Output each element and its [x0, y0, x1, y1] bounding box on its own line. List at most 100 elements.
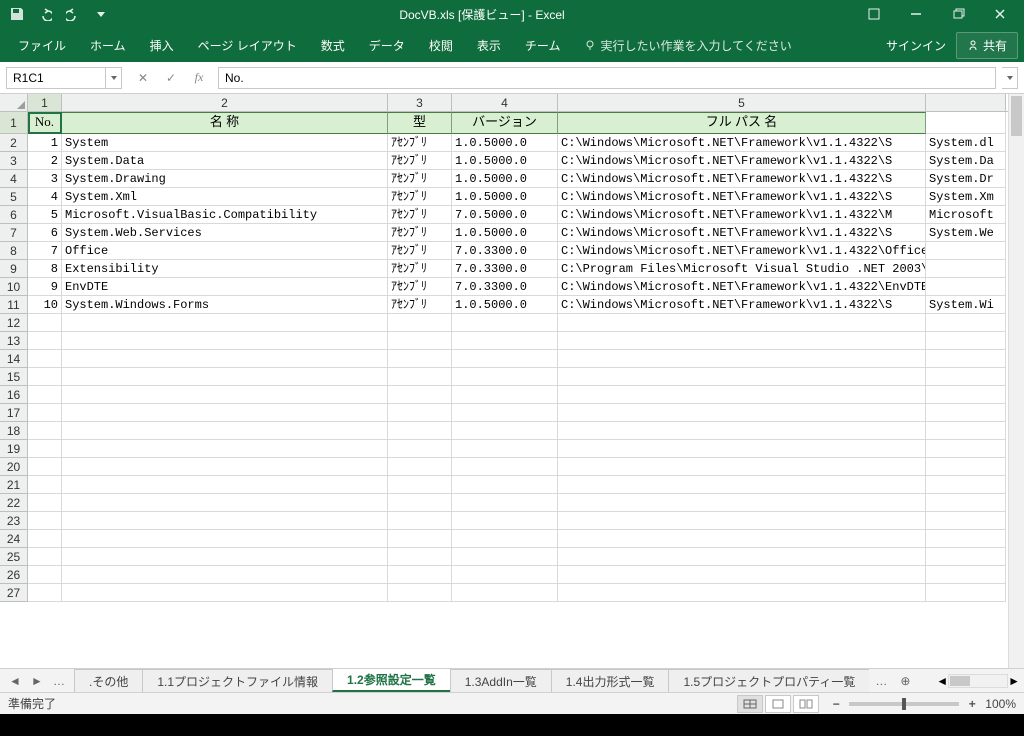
row-header[interactable]: 22: [0, 494, 28, 512]
cell[interactable]: [558, 494, 926, 512]
view-pagebreak-icon[interactable]: [793, 695, 819, 713]
ribbon-tab-pagelayout[interactable]: ページ レイアウト: [186, 29, 309, 61]
cell[interactable]: [926, 440, 1006, 458]
cell[interactable]: [28, 530, 62, 548]
row-header[interactable]: 3: [0, 152, 28, 170]
save-icon[interactable]: [8, 5, 26, 23]
row-header[interactable]: 8: [0, 242, 28, 260]
view-normal-icon[interactable]: [737, 695, 763, 713]
ribbon-tab-home[interactable]: ホーム: [78, 29, 138, 61]
table-header[interactable]: 名 称: [62, 112, 388, 134]
cell[interactable]: 1: [28, 134, 62, 152]
cell[interactable]: 5: [28, 206, 62, 224]
row-header[interactable]: 13: [0, 332, 28, 350]
cell[interactable]: [452, 440, 558, 458]
cell[interactable]: 6: [28, 224, 62, 242]
cell[interactable]: 10: [28, 296, 62, 314]
zoom-out-button[interactable]: −: [829, 697, 843, 711]
cell[interactable]: [558, 314, 926, 332]
sheet-tab[interactable]: 1.5プロジェクトプロパティ一覧: [668, 669, 869, 692]
row-header[interactable]: 23: [0, 512, 28, 530]
zoom-in-button[interactable]: +: [965, 697, 979, 711]
qat-customize-icon[interactable]: [92, 5, 110, 23]
cell[interactable]: [28, 368, 62, 386]
cell[interactable]: [452, 548, 558, 566]
cell[interactable]: ｱｾﾝﾌﾞﾘ: [388, 134, 452, 152]
cell[interactable]: [558, 368, 926, 386]
cell[interactable]: [28, 314, 62, 332]
cell[interactable]: [926, 112, 1006, 134]
cell[interactable]: [452, 368, 558, 386]
cell[interactable]: [388, 584, 452, 602]
row-header[interactable]: 10: [0, 278, 28, 296]
cell[interactable]: [926, 530, 1006, 548]
row-header[interactable]: 25: [0, 548, 28, 566]
cell[interactable]: [558, 332, 926, 350]
cell[interactable]: [388, 458, 452, 476]
cell[interactable]: [558, 548, 926, 566]
cell[interactable]: ｱｾﾝﾌﾞﾘ: [388, 278, 452, 296]
cell[interactable]: [926, 260, 1006, 278]
cell[interactable]: [388, 476, 452, 494]
worksheet-grid[interactable]: 1 2 3 4 5 1 No. 名 称 型 バージョン フル パス 名 21Sy…: [0, 94, 1024, 668]
cell[interactable]: System.Data: [62, 152, 388, 170]
cell[interactable]: [28, 512, 62, 530]
cell[interactable]: [388, 566, 452, 584]
horizontal-scrollbar[interactable]: [948, 674, 1008, 688]
select-all-corner[interactable]: [0, 94, 28, 111]
cell[interactable]: C:\Windows\Microsoft.NET\Framework\v1.1.…: [558, 278, 926, 296]
cell[interactable]: ｱｾﾝﾌﾞﾘ: [388, 242, 452, 260]
cell[interactable]: System: [62, 134, 388, 152]
cell[interactable]: 7: [28, 242, 62, 260]
cell[interactable]: [62, 440, 388, 458]
redo-icon[interactable]: [64, 5, 82, 23]
cell[interactable]: [388, 314, 452, 332]
row-header[interactable]: 21: [0, 476, 28, 494]
cell[interactable]: [28, 566, 62, 584]
formula-expand-icon[interactable]: [1002, 67, 1018, 89]
cell[interactable]: Office: [62, 242, 388, 260]
cell[interactable]: [926, 332, 1006, 350]
cell[interactable]: [452, 584, 558, 602]
cell[interactable]: C:\Windows\Microsoft.NET\Framework\v1.1.…: [558, 152, 926, 170]
cell[interactable]: [926, 476, 1006, 494]
row-header[interactable]: 15: [0, 368, 28, 386]
sheet-tab[interactable]: 1.3AddIn一覧: [450, 669, 552, 692]
view-pagelayout-icon[interactable]: [765, 695, 791, 713]
cell[interactable]: 1.0.5000.0: [452, 134, 558, 152]
cell[interactable]: C:\Windows\Microsoft.NET\Framework\v1.1.…: [558, 296, 926, 314]
cell[interactable]: 4: [28, 188, 62, 206]
cell[interactable]: [452, 512, 558, 530]
cell[interactable]: 7.0.3300.0: [452, 260, 558, 278]
cell[interactable]: C:\Windows\Microsoft.NET\Framework\v1.1.…: [558, 206, 926, 224]
close-icon[interactable]: [980, 1, 1020, 27]
col-header[interactable]: 2: [62, 94, 388, 111]
cell[interactable]: ｱｾﾝﾌﾞﾘ: [388, 188, 452, 206]
row-header[interactable]: 9: [0, 260, 28, 278]
cell[interactable]: [452, 404, 558, 422]
undo-icon[interactable]: [36, 5, 54, 23]
cell[interactable]: [558, 512, 926, 530]
table-header[interactable]: 型: [388, 112, 452, 134]
tab-overflow-icon[interactable]: …: [869, 669, 893, 692]
ribbon-tab-file[interactable]: ファイル: [6, 29, 78, 61]
tell-me[interactable]: 実行したい作業を入力してください: [572, 29, 803, 61]
cell[interactable]: [558, 422, 926, 440]
cell[interactable]: [926, 350, 1006, 368]
cell[interactable]: System.Dr: [926, 170, 1006, 188]
cell[interactable]: [558, 566, 926, 584]
ribbon-tab-review[interactable]: 校閲: [417, 29, 465, 61]
col-header[interactable]: 3: [388, 94, 452, 111]
cell[interactable]: [926, 548, 1006, 566]
cell[interactable]: [452, 332, 558, 350]
cell[interactable]: [558, 404, 926, 422]
cell[interactable]: [62, 350, 388, 368]
cell[interactable]: [926, 278, 1006, 296]
restore-icon[interactable]: [938, 1, 978, 27]
cell[interactable]: 1.0.5000.0: [452, 152, 558, 170]
cell[interactable]: [452, 566, 558, 584]
cell[interactable]: [926, 368, 1006, 386]
cell[interactable]: 1.0.5000.0: [452, 296, 558, 314]
cell[interactable]: 9: [28, 278, 62, 296]
row-header[interactable]: 11: [0, 296, 28, 314]
